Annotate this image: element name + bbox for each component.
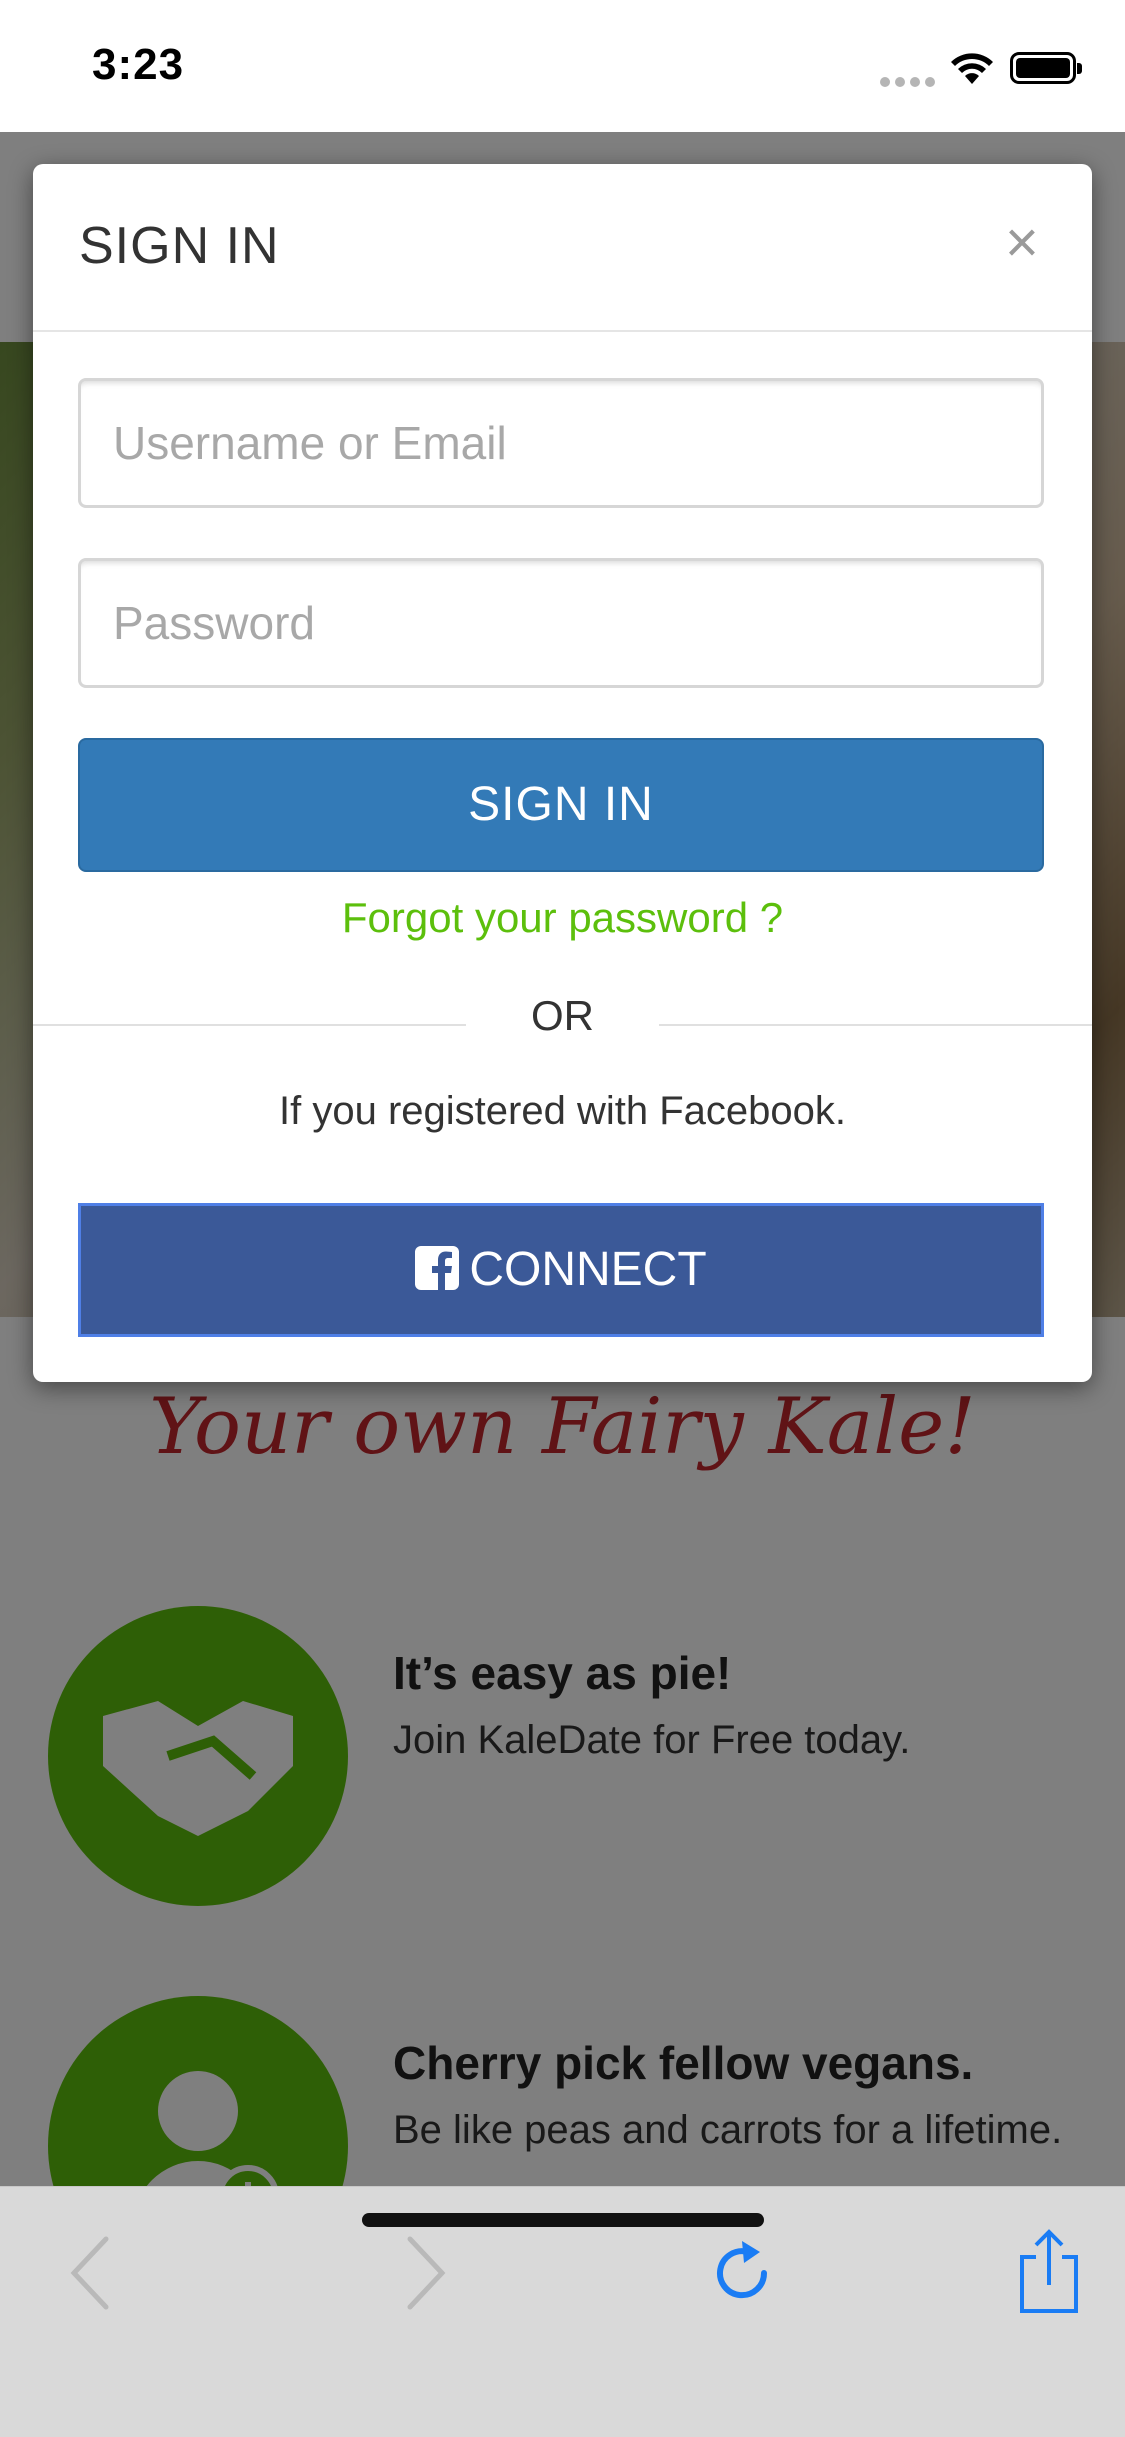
wifi-icon xyxy=(951,53,993,84)
status-bar: 3:23 xyxy=(0,0,1125,132)
username-input[interactable]: Username or Email xyxy=(78,378,1044,508)
modal-title: SIGN IN xyxy=(79,217,280,275)
signin-button[interactable]: SIGN IN xyxy=(78,738,1044,872)
facebook-icon xyxy=(415,1246,460,1291)
reload-icon[interactable] xyxy=(708,2233,778,2313)
signin-modal: SIGN IN × Username or Email Password SIG… xyxy=(33,164,1092,1382)
forward-icon[interactable] xyxy=(400,2233,450,2313)
password-input[interactable]: Password xyxy=(78,558,1044,688)
status-time: 3:23 xyxy=(92,40,185,89)
share-icon[interactable] xyxy=(1014,2227,1084,2317)
connect-label: CONNECT xyxy=(469,1243,707,1296)
or-separator: OR xyxy=(531,992,594,1039)
back-icon[interactable] xyxy=(66,2233,116,2313)
forgot-password-link[interactable]: Forgot your password ? xyxy=(33,894,1092,942)
close-icon[interactable]: × xyxy=(1005,214,1039,272)
facebook-note: If you registered with Facebook. xyxy=(279,1089,846,1133)
facebook-connect-button[interactable]: CONNECT xyxy=(78,1203,1044,1337)
modal-header: SIGN IN × xyxy=(33,164,1092,332)
home-indicator[interactable] xyxy=(362,2213,764,2227)
battery-icon xyxy=(1010,52,1082,84)
cellular-signal-icon xyxy=(880,74,940,92)
